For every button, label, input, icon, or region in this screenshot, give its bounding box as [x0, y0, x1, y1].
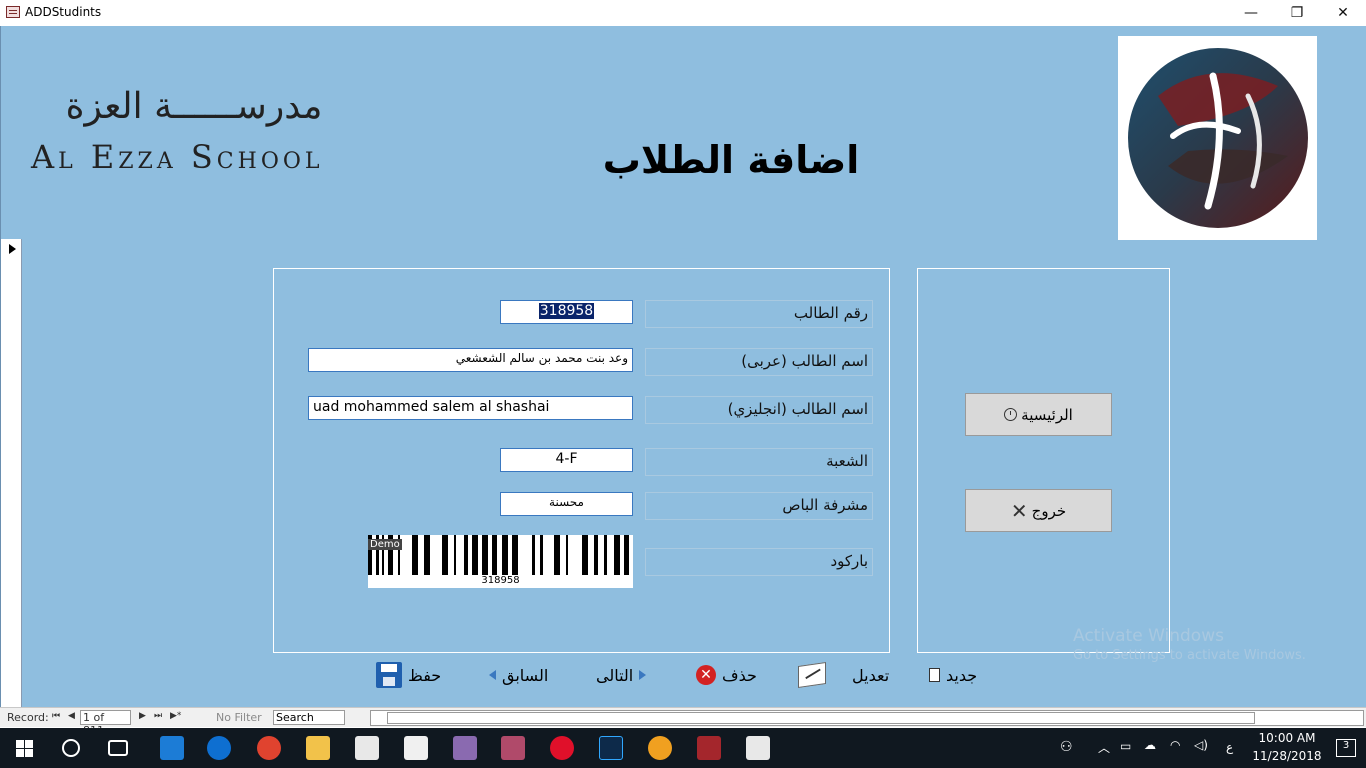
name-arabic-field[interactable]: وعد بنت محمد بن سالم الشعشعي [308, 348, 633, 372]
new-label: جديد [946, 665, 978, 685]
page-title: اضافة الطلاب [602, 138, 860, 182]
close-button[interactable]: ✕ [1320, 0, 1366, 26]
next-button[interactable]: التالى [596, 660, 647, 690]
record-position-field[interactable]: 1 of 811 [80, 710, 131, 737]
student-id-field[interactable]: 318958 [500, 300, 633, 324]
school-name-arabic: مدرســــــة العزة [65, 86, 323, 127]
opera-icon[interactable] [550, 736, 574, 760]
camera-app-icon[interactable] [648, 736, 672, 760]
people-icon[interactable]: ⚇ [1060, 739, 1073, 755]
language-indicator[interactable]: ع [1226, 740, 1233, 754]
new-record-icon[interactable]: ▶* [170, 711, 181, 721]
file-explorer-icon[interactable] [306, 736, 330, 760]
next-label: التالى [596, 665, 634, 685]
edge-browser-icon[interactable] [160, 736, 184, 760]
section-label: الشعبة [645, 448, 873, 476]
barcode-bars [368, 535, 633, 575]
battery-icon[interactable]: ▭ [1120, 739, 1131, 753]
section-field[interactable]: 4-F [500, 448, 633, 472]
save-button[interactable]: حفظ [376, 660, 441, 690]
window-title: ADDStudints [25, 5, 102, 19]
bus-supervisor-field[interactable]: محسنة [500, 492, 633, 516]
close-icon: ✕ [1010, 498, 1028, 523]
activate-windows-watermark: Activate Windows Go to Settings to activ… [1073, 626, 1306, 663]
minimize-button[interactable]: — [1228, 0, 1274, 26]
home-button-label: الرئيسية [1021, 405, 1073, 424]
barcode-label: باركود [645, 548, 873, 576]
clock-icon [1004, 408, 1018, 421]
home-button[interactable]: الرئيسية [965, 393, 1112, 436]
record-navigation-bar: Record: ⏮ ◀ 1 of 811 ▶ ⏭ ▶* No Filter Se… [0, 707, 1366, 737]
app-icon-2[interactable] [501, 736, 525, 760]
teamviewer-icon[interactable] [207, 736, 231, 760]
scrollbar-thumb[interactable] [387, 712, 1255, 724]
record-label: Record: [7, 711, 49, 724]
edit-label: تعديل [852, 665, 890, 685]
previous-label: السابق [502, 665, 549, 685]
task-view-icon[interactable] [108, 740, 128, 756]
school-emblem [1118, 36, 1317, 240]
clock-date[interactable]: 11/28/2018 [1252, 749, 1322, 763]
bus-supervisor-label: مشرفة الباص [645, 492, 873, 520]
access-icon[interactable] [697, 736, 721, 760]
exit-button[interactable]: خروج ✕ [965, 489, 1112, 532]
delete-button[interactable]: حذف ✕ [696, 660, 757, 690]
name-arabic-label: اسم الطالب (عربى) [645, 348, 873, 376]
filter-status[interactable]: No Filter [216, 711, 262, 724]
edit-note-icon [798, 662, 826, 688]
wifi-icon[interactable]: ◠ [1170, 738, 1180, 752]
windows-start-icon[interactable] [16, 740, 33, 757]
photoshop-icon[interactable] [599, 736, 623, 760]
first-record-icon[interactable]: ⏮ [52, 711, 60, 721]
exit-button-label: خروج [1031, 501, 1067, 520]
school-name-english: Al Ezza School [31, 138, 324, 176]
cloud-icon[interactable]: ☁ [1144, 738, 1156, 752]
edit-button[interactable]: تعديل [798, 660, 889, 690]
name-english-field[interactable]: uad mohammed salem al shashai [308, 396, 633, 420]
student-id-value: 318958 [538, 303, 595, 319]
activate-windows-title: Activate Windows [1073, 626, 1224, 646]
volume-icon[interactable]: ◁) [1194, 738, 1208, 752]
search-icon[interactable] [62, 739, 80, 757]
save-label: حفظ [408, 665, 442, 685]
notifications-icon[interactable]: 3 [1336, 739, 1356, 757]
name-english-label: اسم الطالب (انجليزي) [645, 396, 873, 424]
current-record-arrow-icon [9, 244, 16, 254]
student-id-label: رقم الطالب [645, 300, 873, 328]
delete-icon: ✕ [696, 665, 716, 685]
clapperboard-icon[interactable] [746, 736, 770, 760]
new-button[interactable]: جديد [929, 660, 977, 690]
record-selector[interactable] [1, 239, 22, 707]
mail-icon[interactable] [404, 736, 428, 760]
chevron-up-icon[interactable]: ︿ [1098, 739, 1110, 756]
activate-windows-hint: Go to Settings to activate Windows. [1073, 648, 1306, 663]
last-record-icon[interactable]: ⏭ [154, 711, 162, 721]
clock-time[interactable]: 10:00 AM [1255, 731, 1319, 745]
horizontal-scrollbar[interactable] [370, 710, 1364, 726]
record-search-input[interactable]: Search [273, 710, 345, 725]
barcode-number: 318958 [481, 575, 520, 586]
previous-button[interactable]: السابق [489, 660, 548, 690]
next-record-icon[interactable]: ▶ [139, 711, 146, 721]
actions-panel [917, 268, 1170, 653]
delete-label: حذف [722, 665, 757, 685]
restore-button[interactable]: ❐ [1274, 0, 1320, 26]
barcode-demo-tag: Demo [368, 539, 402, 550]
floppy-disk-icon [376, 662, 402, 688]
title-bar: ADDStudints — ❐ ✕ [0, 0, 1366, 26]
app-icon-1[interactable] [453, 736, 477, 760]
chrome-icon[interactable] [257, 736, 281, 760]
barcode-image: Demo 318958 [368, 535, 633, 588]
windows-taskbar: ⚇ ︿ ▭ ☁ ◠ ◁) ع 10:00 AM 11/28/2018 3 [0, 728, 1366, 768]
new-document-icon [929, 668, 940, 682]
school-logo: مدرســــــة العزة Al Ezza School [29, 86, 369, 186]
arrow-right-icon [639, 670, 647, 680]
access-form-icon [6, 6, 20, 18]
store-icon[interactable] [355, 736, 379, 760]
previous-record-icon[interactable]: ◀ [68, 711, 75, 721]
arrow-left-icon [489, 670, 496, 680]
